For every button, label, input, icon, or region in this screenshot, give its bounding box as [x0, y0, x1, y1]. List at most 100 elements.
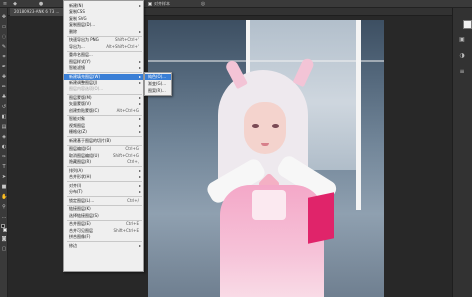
- menu-item-label: 拼合图像(F): [69, 234, 91, 240]
- properties-panel-icon[interactable]: ≡: [458, 68, 466, 76]
- background-color-swatch[interactable]: [3, 228, 7, 232]
- menu-item-label: 取消图层编组(U): [69, 152, 100, 158]
- menu-item[interactable]: 智能对象 ▸: [64, 116, 143, 122]
- menu-item[interactable]: 复制CSS: [64, 9, 143, 15]
- menu-item[interactable]: 合并图层(E) Ctrl+E: [64, 221, 143, 227]
- type-tool-icon[interactable]: T: [1, 164, 7, 170]
- menu-item-label: 锁定图层(L)...: [69, 197, 95, 203]
- menu-item[interactable]: 新建填充图层(W) ▸: [64, 73, 143, 80]
- menu-item-shortcut: Ctrl+/: [127, 197, 139, 203]
- menu-item[interactable]: 视频图层 ▸: [64, 123, 143, 129]
- menu-item[interactable]: 隐藏图层(R) Ctrl+,: [64, 159, 143, 165]
- crop-tool-icon[interactable]: ⌗: [1, 54, 7, 60]
- eraser-tool-icon[interactable]: ◧: [1, 114, 7, 120]
- submenu-item[interactable]: 图案(R)...: [145, 88, 171, 94]
- hand-tool-icon[interactable]: ✋: [1, 194, 7, 200]
- brush-tool-icon[interactable]: ✏: [1, 84, 7, 90]
- menu-item[interactable]: 矢量蒙版(V) ▸: [64, 101, 143, 107]
- adjustments-panel-icon[interactable]: ◑: [458, 52, 466, 60]
- menu-item[interactable]: 重命名图层...: [64, 52, 143, 58]
- zoom-tool-icon[interactable]: ⚲: [1, 204, 7, 210]
- menu-item[interactable]: 分布(T) ▸: [64, 189, 143, 195]
- document-photo[interactable]: [148, 20, 384, 297]
- path-select-tool-icon[interactable]: ➤: [1, 174, 7, 180]
- document-tab[interactable]: 20180923-ANK 6 73 ...: [10, 8, 64, 16]
- menu-item-label: 新建基于图层的切片(B): [69, 137, 111, 143]
- stamp-tool-icon[interactable]: ◆: [12, 1, 18, 7]
- healing-brush-tool-icon[interactable]: ✚: [1, 74, 7, 80]
- screen-mode-icon[interactable]: ▢: [1, 246, 7, 252]
- submenu-item-label: 纯色(O)...: [148, 74, 167, 79]
- submenu-arrow-icon: ▸: [138, 58, 141, 64]
- menu-icon[interactable]: ≡: [2, 1, 8, 7]
- submenu-item[interactable]: 渐变(G)...: [145, 81, 171, 87]
- menu-item-shortcut: Ctrl+,: [127, 159, 139, 165]
- menu-item-label: 修边: [69, 242, 77, 248]
- menu-item[interactable]: 快速导出为 PNG Shift+Ctrl+': [64, 37, 143, 43]
- history-brush-tool-icon[interactable]: ↺: [1, 104, 7, 110]
- menu-item-label: 导出为...: [69, 43, 85, 49]
- menu-item[interactable]: 合并可见图层 Shift+Ctrl+E: [64, 228, 143, 234]
- menu-item[interactable]: 拼合图像(F): [64, 234, 143, 240]
- menu-item[interactable]: 对齐(I) ▸: [64, 183, 143, 189]
- menu-item-label: 合并图层(E): [69, 221, 91, 227]
- history-panel-icon[interactable]: ▣: [458, 36, 466, 44]
- gradient-tool-icon[interactable]: ▤: [1, 124, 7, 130]
- lasso-tool-icon[interactable]: ◌: [1, 34, 7, 40]
- tools-panel: ✥ ▭ ◌ ✎ ⌗ ✒ ✚ ✏ ♣ ↺ ◧ ▤ ◈ ◐ ✑ T ➤ ■ ✋ ⚲ …: [0, 8, 8, 297]
- left-eye: [252, 124, 259, 128]
- move-tool-icon[interactable]: ✥: [1, 14, 7, 20]
- menu-item-label: 删除: [69, 28, 77, 34]
- menu-item-label: 排列(A): [69, 167, 83, 173]
- menu-item[interactable]: 取消图层编组(U) Shift+Ctrl+G: [64, 153, 143, 159]
- pressure-icon[interactable]: ◎: [200, 1, 206, 7]
- menu-item[interactable]: 图层内容选项(O)...: [64, 86, 143, 92]
- aligned-checkbox[interactable]: [148, 2, 152, 6]
- menu-item[interactable]: 创建剪贴蒙版(C) Alt+Ctrl+G: [64, 108, 143, 114]
- quick-mask-icon[interactable]: ◙: [1, 236, 7, 242]
- menu-item[interactable]: 图层编组(G) Ctrl+G: [64, 146, 143, 152]
- menu-item[interactable]: 合并形状(H) ▸: [64, 174, 143, 180]
- menu-item-label: 图层内容选项(O)...: [69, 86, 104, 92]
- menu-item[interactable]: 修边 ▸: [64, 243, 143, 249]
- white-collar: [252, 190, 286, 220]
- menu-item[interactable]: 导出为... Alt+Shift+Ctrl+': [64, 44, 143, 50]
- clone-stamp-tool-icon[interactable]: ♣: [1, 94, 7, 100]
- more-tools-icon[interactable]: …: [1, 214, 7, 220]
- layer-menu-dropdown: 新建(N) ▸ 复制CSS 复制 SVG 复制图层(D)... 删除 ▸ 快速导出为 PNG S…: [63, 0, 144, 272]
- shape-tool-icon[interactable]: ■: [1, 184, 7, 190]
- submenu-arrow-icon: ▸: [138, 242, 141, 248]
- window-frame: [148, 60, 384, 62]
- menu-item[interactable]: 删除 ▸: [64, 29, 143, 35]
- menu-item[interactable]: 复制图层(D)...: [64, 22, 143, 28]
- blur-tool-icon[interactable]: ◈: [1, 134, 7, 140]
- menu-item[interactable]: 链接图层(K): [64, 206, 143, 212]
- brush-preset-icon[interactable]: ●: [38, 1, 44, 7]
- marquee-tool-icon[interactable]: ▭: [1, 24, 7, 30]
- submenu-item-label: 图案(R)...: [148, 88, 166, 93]
- menu-item[interactable]: 图层样式(Y) ▸: [64, 59, 143, 65]
- menu-item-shortcut: Ctrl+G: [125, 146, 139, 152]
- menu-item[interactable]: 选择链接图层(S): [64, 213, 143, 219]
- menu-item[interactable]: 锁定图层(L)... Ctrl+/: [64, 198, 143, 204]
- submenu-item[interactable]: 纯色(O)...: [145, 74, 171, 80]
- menu-item-label: 快速导出为 PNG: [69, 37, 99, 43]
- menu-item[interactable]: 复制 SVG: [64, 16, 143, 22]
- eyedropper-tool-icon[interactable]: ✒: [1, 64, 7, 70]
- menu-item-label: 分布(T): [69, 189, 83, 195]
- menu-item-shortcut: Shift+Ctrl+': [114, 37, 139, 43]
- menu-item[interactable]: 智能滤镜 ▸: [64, 65, 143, 71]
- menu-item-shortcut: Ctrl+E: [126, 221, 139, 227]
- menu-item[interactable]: 新建基于图层的切片(B): [64, 138, 143, 144]
- pen-tool-icon[interactable]: ✑: [1, 154, 7, 160]
- submenu-arrow-icon: ▸: [138, 73, 141, 79]
- color-panel-swatch[interactable]: [463, 20, 472, 29]
- quick-select-tool-icon[interactable]: ✎: [1, 44, 7, 50]
- submenu-item-label: 渐变(G)...: [148, 81, 167, 86]
- dodge-tool-icon[interactable]: ◐: [1, 144, 7, 150]
- menu-item[interactable]: 排列(A) ▸: [64, 168, 143, 174]
- menu-item-label: 复制图层(D)...: [69, 22, 96, 28]
- menu-item[interactable]: 栅格化(Z) ▸: [64, 129, 143, 135]
- menu-item-label: 隐藏图层(R): [69, 159, 91, 165]
- submenu-arrow-icon: ▸: [138, 101, 141, 107]
